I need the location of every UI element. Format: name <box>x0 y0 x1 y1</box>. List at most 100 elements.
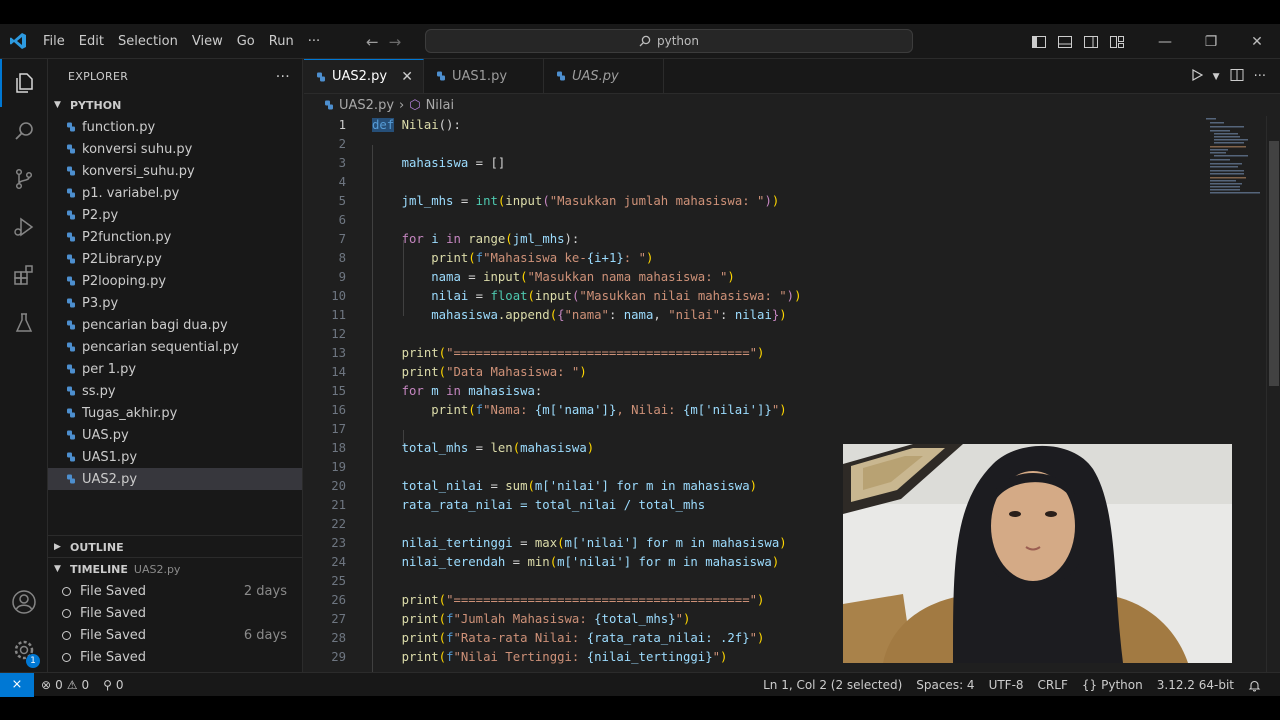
indentation[interactable]: Spaces: 4 <box>909 678 981 692</box>
file-item[interactable]: konversi suhu.py <box>48 138 302 160</box>
menu-selection[interactable]: Selection <box>111 24 185 59</box>
customize-layout-icon[interactable] <box>1104 24 1130 59</box>
minimap[interactable] <box>1204 116 1264 196</box>
command-center-search[interactable]: python <box>425 29 913 53</box>
tab-label: UAS1.py <box>452 68 508 84</box>
restore-icon[interactable]: ❐ <box>1188 24 1234 59</box>
minimize-icon[interactable]: — <box>1142 24 1188 59</box>
tab-bar: UAS2.py ✕ UAS1.py UAS.py ▼ ··· <box>304 59 1280 94</box>
remote-indicator-icon[interactable]: ⨯ <box>0 672 34 697</box>
python-file-icon <box>557 71 565 81</box>
file-item[interactable]: ss.py <box>48 380 302 402</box>
toggle-panel-icon[interactable] <box>1052 24 1078 59</box>
python-file-icon <box>317 72 325 81</box>
tab-uas2[interactable]: UAS2.py ✕ <box>304 59 424 93</box>
file-item[interactable]: Tugas_akhir.py <box>48 402 302 424</box>
breadcrumb-file[interactable]: UAS2.py <box>339 98 394 113</box>
timeline-item[interactable]: File Saved <box>48 602 302 624</box>
tab-label: UAS2.py <box>332 69 388 84</box>
code-line-6: 6 <box>338 213 346 227</box>
run-python-icon[interactable] <box>1191 68 1203 85</box>
menu-more[interactable]: ··· <box>301 24 327 59</box>
timeline-item[interactable]: File Saved 6 days <box>48 624 302 646</box>
file-label: UAS2.py <box>82 471 138 487</box>
folder-python[interactable]: ▼ PYTHON <box>48 94 302 116</box>
file-label: p1. variabel.py <box>82 185 180 201</box>
code-line-2: 2 <box>338 137 346 151</box>
accounts-icon[interactable] <box>0 578 48 626</box>
explorer-title: EXPLORER <box>68 70 129 83</box>
search-text: python <box>657 34 699 48</box>
arrow-left-icon[interactable]: ← <box>366 33 379 51</box>
file-item[interactable]: P2Library.py <box>48 248 302 270</box>
run-debug-icon[interactable] <box>0 203 48 251</box>
file-item[interactable]: P2looping.py <box>48 270 302 292</box>
file-item[interactable]: P2.py <box>48 204 302 226</box>
split-editor-icon[interactable] <box>1230 68 1244 86</box>
breadcrumb-symbol[interactable]: Nilai <box>426 98 455 113</box>
code-line-5: 5 jml_mhs = int(input("Masukkan jumlah m… <box>338 194 780 208</box>
notifications-bell-icon[interactable] <box>1241 679 1268 692</box>
end-of-line[interactable]: CRLF <box>1031 678 1075 692</box>
explorer-more-icon[interactable]: ··· <box>276 69 290 85</box>
menu-file[interactable]: File <box>36 24 72 59</box>
file-item[interactable]: konversi_suhu.py <box>48 160 302 182</box>
tab-uas[interactable]: UAS.py <box>544 59 664 93</box>
file-item[interactable]: UAS2.py <box>48 468 302 490</box>
editor-scrollbar[interactable] <box>1266 116 1280 672</box>
source-control-icon[interactable] <box>0 155 48 203</box>
problems-indicator[interactable]: ⊗ 0 ⚠ 0 <box>34 678 96 692</box>
menu-run[interactable]: Run <box>262 24 301 59</box>
encoding[interactable]: UTF-8 <box>982 678 1031 692</box>
file-item[interactable]: pencarian sequential.py <box>48 336 302 358</box>
timeline-label: File Saved <box>80 583 147 599</box>
file-label: P3.py <box>82 295 119 311</box>
timeline-label: File Saved <box>80 605 147 621</box>
search-icon[interactable] <box>0 107 48 155</box>
file-item[interactable]: UAS1.py <box>48 446 302 468</box>
python-file-icon <box>67 122 75 132</box>
toggle-secondary-sidebar-icon[interactable] <box>1078 24 1104 59</box>
file-item[interactable]: pencarian bagi dua.py <box>48 314 302 336</box>
ports-indicator[interactable]: ⚲ 0 <box>96 678 130 692</box>
tab-uas1[interactable]: UAS1.py <box>424 59 544 93</box>
editor-more-icon[interactable]: ··· <box>1254 69 1266 84</box>
python-file-icon <box>67 276 75 286</box>
code-line-4: 4 <box>338 175 346 189</box>
file-item[interactable]: per 1.py <box>48 358 302 380</box>
code-line-7: 7 for i in range(jml_mhs): <box>338 232 580 246</box>
cursor-position[interactable]: Ln 1, Col 2 (2 selected) <box>756 678 909 692</box>
menu-edit[interactable]: Edit <box>72 24 111 59</box>
language-mode[interactable]: {} Python <box>1075 678 1150 692</box>
file-item[interactable]: p1. variabel.py <box>48 182 302 204</box>
python-file-icon <box>67 430 75 440</box>
toggle-primary-sidebar-icon[interactable] <box>1026 24 1052 59</box>
close-tab-icon[interactable]: ✕ <box>401 69 413 85</box>
timeline-item[interactable]: File Saved <box>48 646 302 668</box>
file-item[interactable]: function.py <box>48 116 302 138</box>
code-line-17: 17 <box>331 422 346 436</box>
run-dropdown-chevron-icon[interactable]: ▼ <box>1213 72 1220 82</box>
file-item[interactable]: P3.py <box>48 292 302 314</box>
timeline-header[interactable]: ▼ TIMELINE UAS2.py <box>48 558 302 580</box>
python-interpreter[interactable]: 3.12.2 64-bit <box>1150 678 1241 692</box>
scrollbar-thumb[interactable] <box>1269 141 1279 386</box>
menu-view[interactable]: View <box>185 24 230 59</box>
outline-section[interactable]: ▶ OUTLINE <box>48 535 302 558</box>
extensions-icon[interactable] <box>0 251 48 299</box>
vscode-logo-icon <box>0 24 36 59</box>
file-item[interactable]: UAS.py <box>48 424 302 446</box>
close-window-icon[interactable]: ✕ <box>1234 24 1280 59</box>
menu-go[interactable]: Go <box>230 24 262 59</box>
arrow-right-icon[interactable]: → <box>389 33 402 51</box>
status-bar: ⨯ ⊗ 0 ⚠ 0 ⚲ 0 Ln 1, Col 2 (2 selected) Spac… <box>0 672 1280 697</box>
explorer-icon[interactable] <box>0 59 48 107</box>
testing-flask-icon[interactable] <box>0 299 48 347</box>
settings-gear-icon[interactable]: 1 <box>0 626 48 674</box>
chevron-down-icon: ▼ <box>54 100 61 110</box>
timeline-label: File Saved <box>80 649 147 665</box>
folder-name: PYTHON <box>70 98 122 112</box>
timeline-item[interactable]: File Saved 2 days <box>48 580 302 602</box>
file-item[interactable]: P2function.py <box>48 226 302 248</box>
code-line-1: 1 def Nilai(): <box>338 118 461 132</box>
